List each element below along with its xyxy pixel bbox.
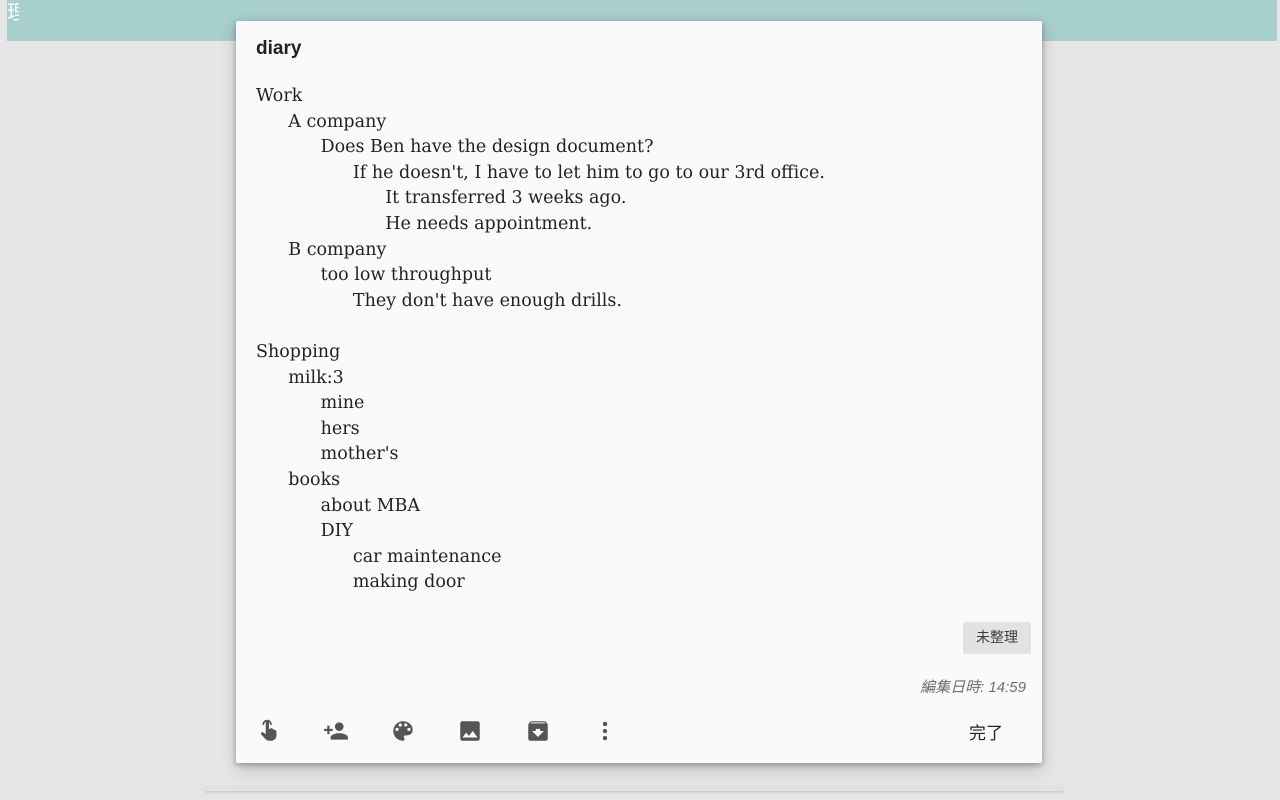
note-line[interactable]: too low throughput <box>256 263 1016 289</box>
note-line[interactable]: making door <box>256 570 1016 596</box>
note-body[interactable]: Work A company Does Ben have the design do… <box>256 84 1016 596</box>
note-line[interactable]: B company <box>256 238 1016 264</box>
note-line[interactable]: Work <box>256 84 1016 110</box>
note-line[interactable]: Shopping <box>256 340 1016 366</box>
note-line[interactable]: They don't have enough drills. <box>256 289 1016 315</box>
note-line[interactable]: hers <box>256 417 1016 443</box>
app-bar-text-fragment: 理 <box>7 0 19 24</box>
done-button[interactable]: 完了 <box>951 718 1021 750</box>
image-icon[interactable] <box>457 718 483 744</box>
archive-icon[interactable] <box>525 718 551 744</box>
background-card[interactable] <box>205 787 1063 791</box>
note-line[interactable]: A company <box>256 110 1016 136</box>
remind-me-icon[interactable] <box>256 718 282 744</box>
edited-timestamp: 編集日時: 14:59 <box>920 679 1026 696</box>
palette-icon[interactable] <box>390 718 416 744</box>
note-line[interactable]: about MBA <box>256 494 1016 520</box>
note-line[interactable]: books <box>256 468 1016 494</box>
note-line[interactable]: It transferred 3 weeks ago. <box>256 186 1016 212</box>
more-vert-icon[interactable] <box>592 718 618 744</box>
note-line[interactable]: He needs appointment. <box>256 212 1016 238</box>
note-line[interactable]: car maintenance <box>256 545 1016 571</box>
collaborator-icon[interactable] <box>323 718 349 744</box>
note-title[interactable]: diary <box>256 37 301 61</box>
note-line[interactable] <box>256 314 1016 340</box>
note-line[interactable]: mother's <box>256 442 1016 468</box>
label-chip[interactable]: 未整理 <box>963 622 1031 654</box>
note-editor[interactable]: diary Work A company Does Ben have the des… <box>236 21 1042 763</box>
note-line[interactable]: milk:3 <box>256 366 1016 392</box>
note-line[interactable]: If he doesn't, I have to let him to go t… <box>256 161 1016 187</box>
note-line[interactable]: DIY <box>256 519 1016 545</box>
note-line[interactable]: Does Ben have the design document? <box>256 135 1016 161</box>
note-line[interactable]: mine <box>256 391 1016 417</box>
